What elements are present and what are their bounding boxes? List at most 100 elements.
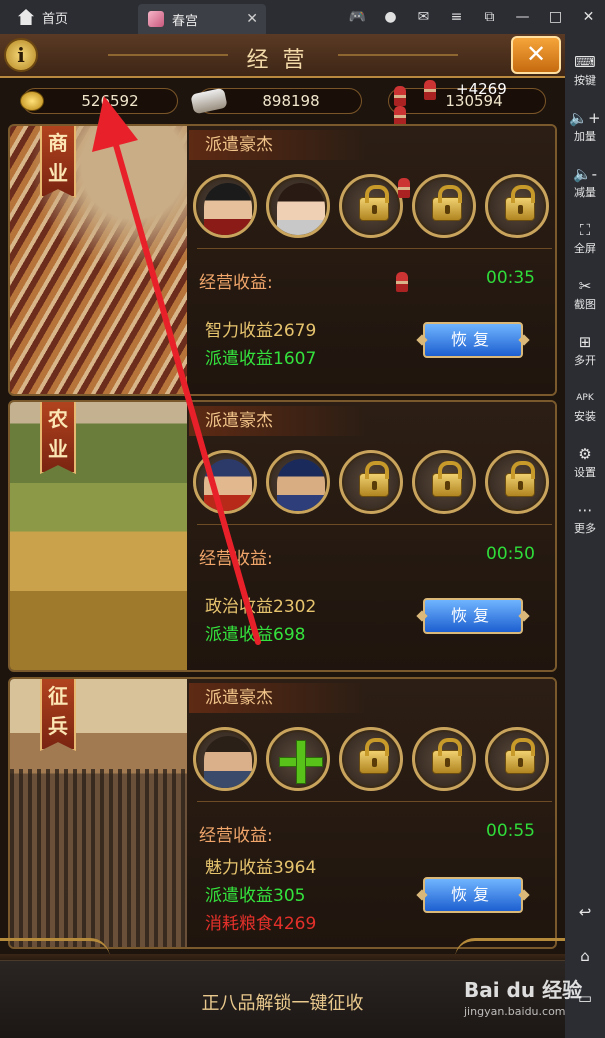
sidebar-item-label: 安装 [574,410,596,423]
card-commerce-details: 派遣豪杰 经营收益: 00:35 智力收益2679 派遣收益1607 恢复 [187,126,555,394]
sidebar-item-keys[interactable]: ⌨ 按键 [565,52,605,88]
sidebar-item-label: 更多 [574,522,596,535]
game-avatar-icon [148,11,164,27]
silver-value: 898198 [262,92,320,110]
lock-icon [359,185,389,221]
hero-slot-3[interactable] [339,450,403,514]
home-icon [18,9,34,25]
sidebar-back[interactable]: ↩ [565,902,605,922]
income-timer: 00:55 [486,821,535,841]
emulator-sidebar: ⌨ 按键 🔈+ 加量 🔈- 减量 ⛶ 全屏 ✂ 截图 ⊞ 多开 APK 安装 ⚙… [565,34,605,1038]
scissors-icon: ✂ [578,277,592,295]
close-button[interactable]: ✕ [511,36,561,74]
sidebar-item-label: 多开 [574,354,596,367]
tab-game[interactable]: 春宫 ✕ [138,4,266,34]
close-window-icon[interactable]: ✕ [572,9,605,25]
card-conscription-details: 派遣豪杰 经营收益: 00:55 魅力收益3964 派遣收益305 消耗粮食42… [187,679,555,947]
tab-home[interactable]: 首页 [0,0,132,34]
lock-icon [505,461,535,497]
fullscreen-icon: ⛶ [579,221,591,239]
sidebar-item-label: 减量 [574,186,596,199]
sidebar-home[interactable]: ⌂ [565,946,605,966]
hero-slot-3[interactable] [339,174,403,238]
sidebar-item-volume-down[interactable]: 🔈- 减量 [565,164,605,200]
card-agriculture: 农业 派遣豪杰 经营收益: 00:50 政治收益2302 派遣收益698 恢复 [8,400,557,672]
volume-down-icon: 🔈- [572,165,598,183]
commerce-illustration [10,126,187,394]
hero-slot-5[interactable] [485,727,549,791]
hero-slot-5[interactable] [485,450,549,514]
hero-slot-4[interactable] [412,727,476,791]
lock-icon [432,738,462,774]
hero-slot-1[interactable] [193,450,257,514]
restore-button[interactable]: 恢复 [423,877,523,913]
soldier-icon [396,272,408,292]
stat-attribute-income: 魅力收益3964 [205,858,317,878]
lock-icon [505,185,535,221]
sidebar-item-more[interactable]: ⋯ 更多 [565,500,605,536]
banner-conscription: 征兵 [40,679,76,751]
divider [197,248,552,249]
tab-close-icon[interactable]: ✕ [246,11,258,27]
stat-dispatch-income: 派遣收益698 [205,625,306,645]
stat-attribute-income: 政治收益2302 [205,597,317,617]
sidebar-item-volume-up[interactable]: 🔈+ 加量 [565,108,605,144]
sidebar-item-fullscreen[interactable]: ⛶ 全屏 [565,220,605,256]
restore-button[interactable]: 恢复 [423,598,523,634]
card-commerce: 商业 派遣豪杰 经营收益: 00:35 智力收益2679 派遣收益1607 恢复 [8,124,557,396]
window-controls: 🎮 ● ✉ ≡ ⧉ — □ ✕ [341,0,605,34]
sidebar-item-label: 截图 [574,298,596,311]
gamepad-icon[interactable]: 🎮 [341,9,374,25]
game-screen: i 经营 ✕ 526592 898198 130594 +4269 商业 派遣豪… [0,34,565,1038]
sidebar-item-label: 全屏 [574,242,596,255]
dispatch-heroes-label: 派遣豪杰 [189,406,364,436]
watermark-url: jingyan.baidu.com [464,1005,566,1018]
hero-slot-5[interactable] [485,174,549,238]
hero-slot-2[interactable] [266,174,330,238]
hero-slot-4[interactable] [412,450,476,514]
dispatch-heroes-label: 派遣豪杰 [189,130,364,160]
emulator-titlebar: 首页 春宫 ✕ 🎮 ● ✉ ≡ ⧉ — □ ✕ [0,0,605,34]
hero-slot-4[interactable] [412,174,476,238]
divider [197,524,552,525]
restore-window-icon[interactable]: ⧉ [473,9,506,25]
stat-dispatch-income: 派遣收益1607 [205,349,317,369]
hero-slot-1[interactable] [193,727,257,791]
resource-bar: 526592 898198 130594 +4269 [0,80,565,126]
baidu-watermark: Bai du 经验 jingyan.baidu.com [464,974,582,1018]
lock-icon [432,461,462,497]
sidebar-item-screenshot[interactable]: ✂ 截图 [565,276,605,312]
lock-icon [505,738,535,774]
minimize-icon[interactable]: — [506,9,539,25]
income-timer: 00:35 [486,268,535,288]
income-label: 经营收益: [199,273,273,293]
sidebar-item-settings[interactable]: ⚙ 设置 [565,444,605,480]
banner-commerce: 商业 [40,126,76,198]
soldier-icon [394,106,406,126]
sidebar-item-multi-open[interactable]: ⊞ 多开 [565,332,605,368]
maximize-icon[interactable]: □ [539,9,572,25]
hero-slot-1[interactable] [193,174,257,238]
hero-slot-2[interactable] [266,450,330,514]
stat-grain-cost: 消耗粮食4269 [205,914,317,934]
restore-button[interactable]: 恢复 [423,322,523,358]
menu-icon[interactable]: ≡ [440,9,473,25]
hero-portrait [277,183,325,235]
account-icon[interactable]: ● [374,9,407,25]
hero-slot-3[interactable] [339,727,403,791]
card-conscription: 征兵 派遣豪杰 经营收益: 00:55 魅力收益3964 派遣收益305 消耗粮… [8,677,557,949]
hero-portrait [204,183,252,235]
hero-portrait [204,736,252,788]
sidebar-item-install[interactable]: APK 安装 [565,388,605,424]
agriculture-illustration [10,402,187,670]
mail-icon[interactable]: ✉ [407,9,440,25]
hero-portrait [277,459,325,511]
hero-slot-add[interactable] [266,727,330,791]
settings-icon: ⚙ [578,445,592,463]
divider [197,801,552,802]
sidebar-item-label: 加量 [574,130,596,143]
dispatch-heroes-label: 派遣豪杰 [189,683,364,713]
lock-icon [359,461,389,497]
add-hero-icon [296,740,306,784]
tab-home-label: 首页 [42,11,69,27]
